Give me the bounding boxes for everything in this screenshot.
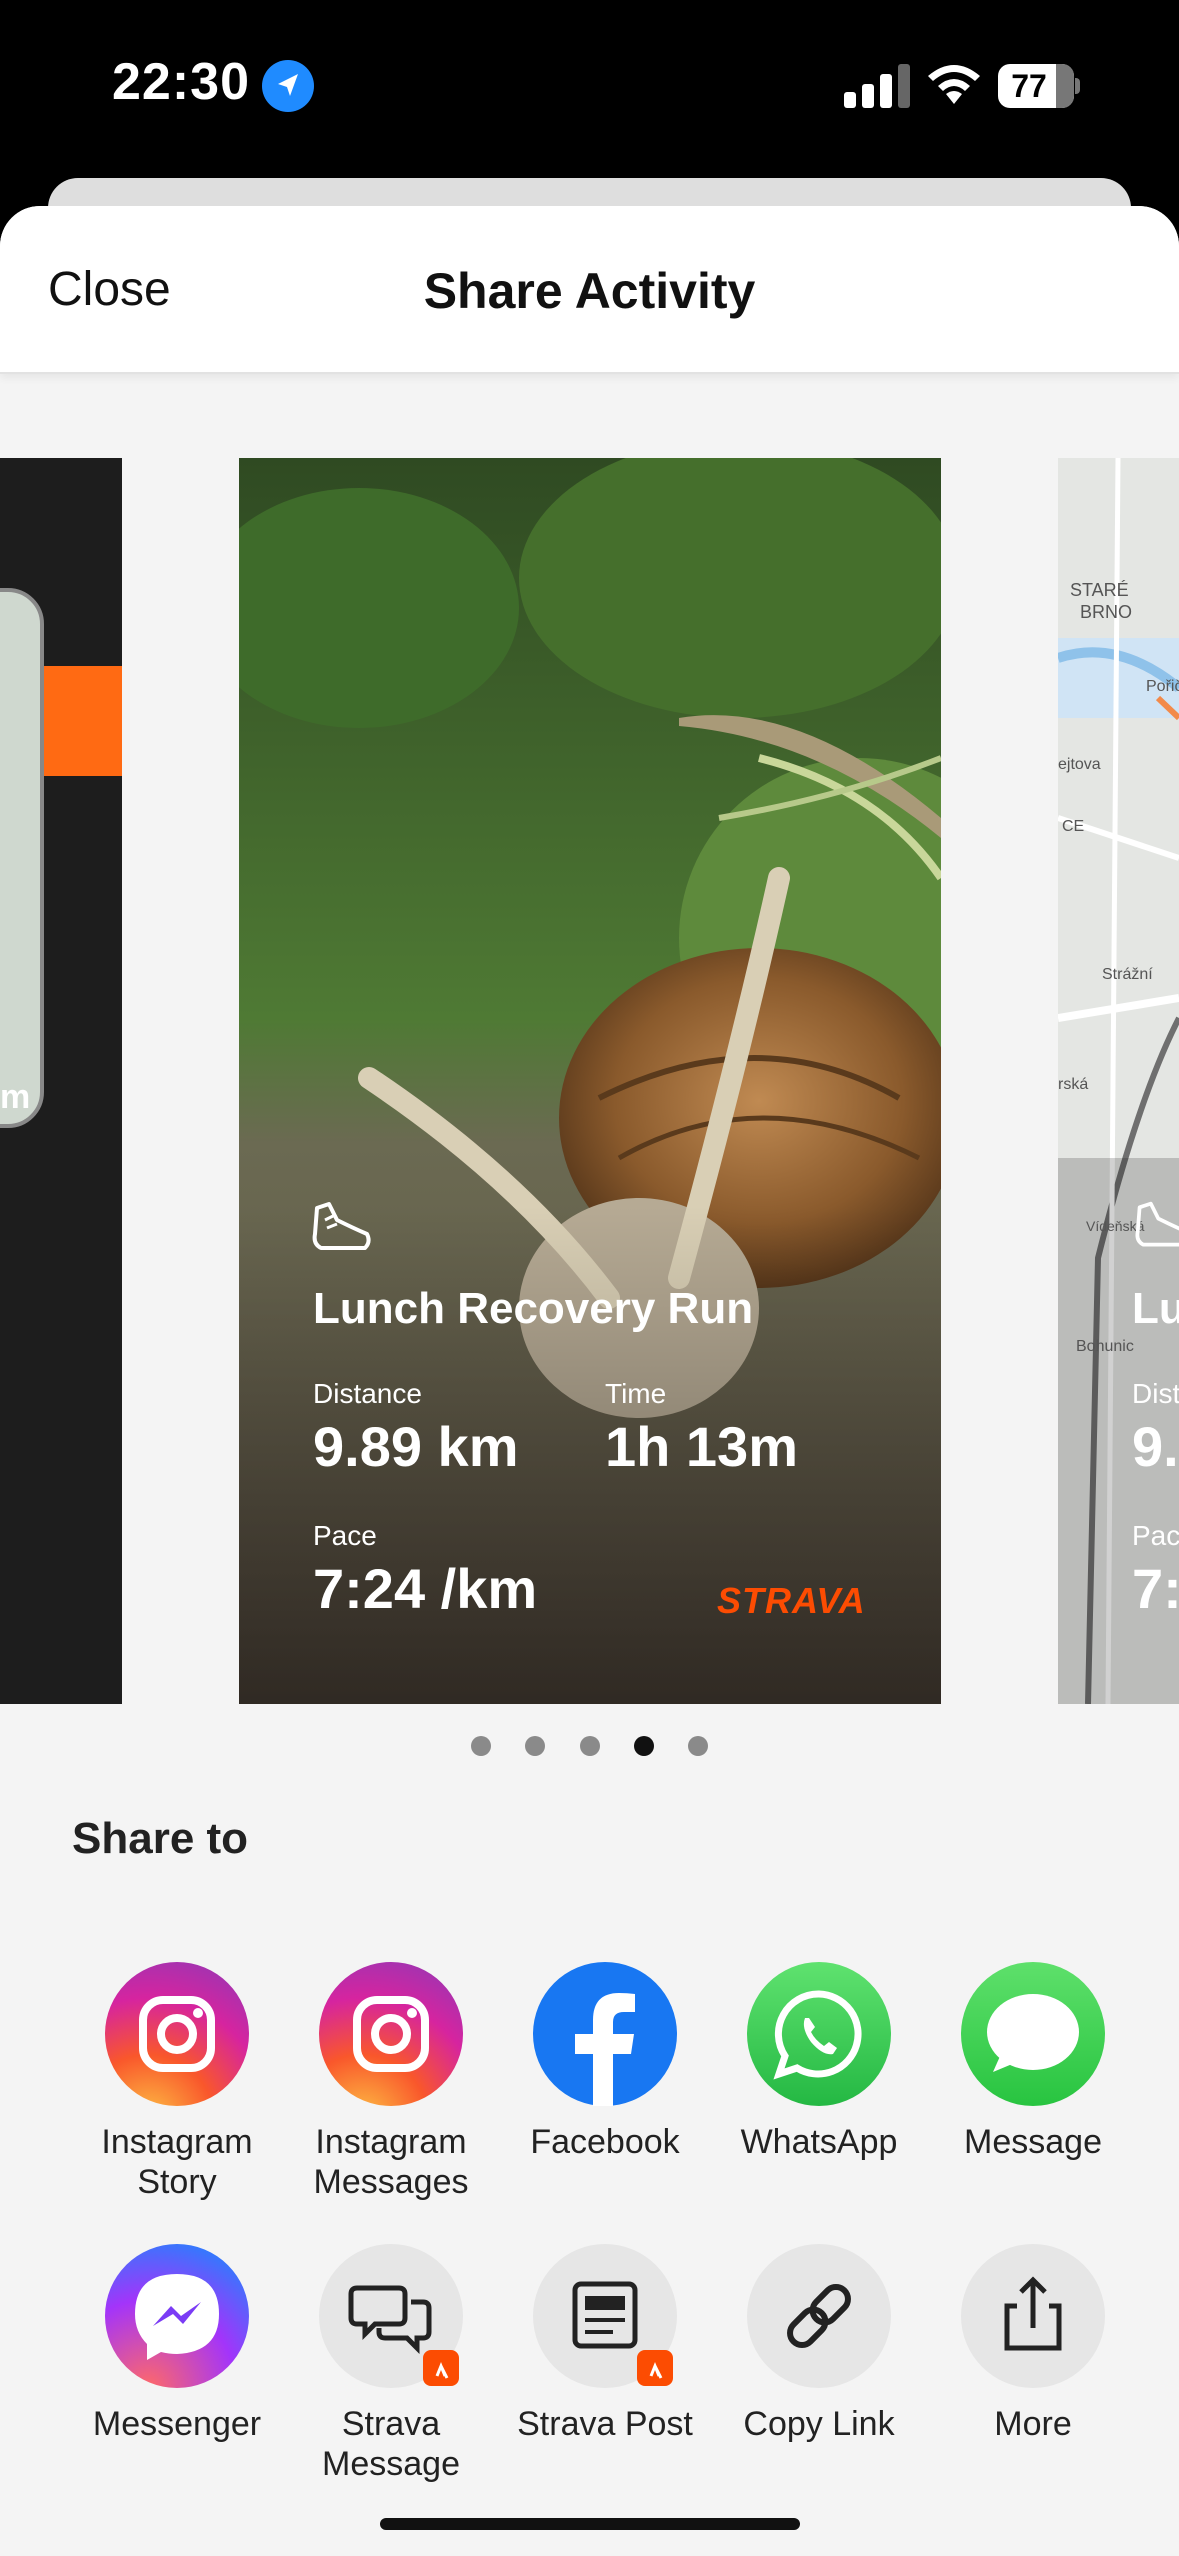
map-thumbnail xyxy=(0,588,44,1128)
share-card-carousel[interactable]: m Lunch Recovery Run Distance 9.89 km Ti… xyxy=(0,458,1179,1708)
distance-value: 9.89 km xyxy=(313,1415,519,1478)
strava-logo: STRAVA xyxy=(717,1580,866,1621)
map-label-ce: CE xyxy=(1062,818,1085,835)
strava-badge-icon xyxy=(423,2350,459,2386)
share-label: Copy Link xyxy=(743,2405,895,2443)
battery-level: 77 xyxy=(1011,68,1047,104)
map-label-bohunic: Bohunic xyxy=(1076,1338,1134,1355)
instagram-icon xyxy=(105,1962,249,2106)
share-label: Instagram Story xyxy=(101,2123,253,2201)
time-value: 1h 13m xyxy=(605,1415,798,1478)
share-label: Strava Message xyxy=(322,2405,460,2483)
distance-label: Distance xyxy=(313,1378,422,1409)
page-dot[interactable] xyxy=(525,1736,546,1756)
share-facebook[interactable]: Facebook xyxy=(505,1962,705,2162)
strava-post-icon xyxy=(533,2244,677,2388)
page-dot[interactable] xyxy=(688,1736,709,1756)
pace-value: 7:24 /km xyxy=(313,1557,538,1620)
map-label-stare: STARÉ xyxy=(1070,580,1129,600)
message-icon xyxy=(961,1962,1105,2106)
facebook-icon xyxy=(533,1962,677,2106)
messenger-icon xyxy=(105,2244,249,2388)
wifi-icon xyxy=(928,65,980,104)
share-upload-icon xyxy=(961,2244,1105,2388)
activity-title: Lunch Recovery Run xyxy=(313,1284,754,1333)
page-dot-active[interactable] xyxy=(633,1736,654,1756)
run-shoe-icon xyxy=(312,1202,371,1250)
whatsapp-icon xyxy=(747,1962,891,2106)
share-card-next[interactable]: STARÉ BRNO Pořič ejtova CE Strážní rská … xyxy=(1058,458,1179,1704)
share-label: Messenger xyxy=(92,2405,262,2443)
share-label: Instagram Messages xyxy=(313,2123,469,2201)
map-label-brno: BRNO xyxy=(1080,602,1133,622)
map-label-rska: rská xyxy=(1058,1076,1089,1093)
share-label: More xyxy=(994,2405,1072,2443)
right-card-dist-value: 9. xyxy=(1132,1415,1179,1478)
cellular-signal-icon xyxy=(844,64,910,108)
page-dot[interactable] xyxy=(579,1736,600,1756)
share-message[interactable]: Message xyxy=(933,1962,1133,2162)
share-label: Message xyxy=(964,2123,1102,2161)
time-label: Time xyxy=(605,1378,667,1409)
page-dot[interactable] xyxy=(470,1736,491,1756)
status-bar: 22:30 77 xyxy=(0,0,1179,170)
left-card-text: m xyxy=(0,1078,31,1116)
share-label: Strava Post xyxy=(517,2405,693,2443)
strava-message-icon xyxy=(319,2244,463,2388)
right-card-pace-value: 7: xyxy=(1132,1557,1179,1620)
share-card-photo[interactable]: Lunch Recovery Run Distance 9.89 km Time… xyxy=(239,458,941,1704)
link-icon xyxy=(747,2244,891,2388)
orange-stripe xyxy=(40,666,122,776)
share-messenger[interactable]: Messenger xyxy=(77,2244,277,2444)
location-arrow-icon xyxy=(262,60,314,112)
strava-badge-icon xyxy=(637,2350,673,2386)
pace-label: Pace xyxy=(313,1520,377,1551)
map-label-ejtova: ejtova xyxy=(1058,756,1101,773)
share-label: Facebook xyxy=(530,2123,680,2161)
right-card-title: Lu xyxy=(1132,1284,1179,1333)
status-time: 22:30 xyxy=(112,53,250,111)
share-strava-post[interactable]: Strava Post xyxy=(505,2244,705,2444)
instagram-icon xyxy=(319,1962,463,2106)
right-card-dist-label: Dist xyxy=(1132,1378,1179,1409)
share-section-title: Share to xyxy=(72,1814,249,1863)
share-instagram-messages[interactable]: Instagram Messages xyxy=(291,1962,491,2202)
share-card-previous[interactable]: m xyxy=(0,458,122,1704)
battery-indicator: 77 xyxy=(998,64,1080,108)
share-strava-message[interactable]: Strava Message xyxy=(291,2244,491,2484)
right-card-pace-label: Pac xyxy=(1132,1520,1179,1551)
share-whatsapp[interactable]: WhatsApp xyxy=(719,1962,919,2162)
run-shoe-icon-partial xyxy=(1135,1201,1179,1247)
nav-bar: Close Share Activity xyxy=(0,206,1179,374)
share-label: WhatsApp xyxy=(740,2123,898,2161)
share-more[interactable]: More xyxy=(933,2244,1133,2444)
snail-photo xyxy=(239,458,941,1704)
map-label-poric: Pořič xyxy=(1146,678,1179,695)
home-indicator[interactable] xyxy=(380,2518,800,2530)
share-sheet: Close Share Activity m Lunch Recovery Ru… xyxy=(0,206,1179,2556)
page-title: Share Activity xyxy=(423,263,756,319)
map-label-strazni: Strážní xyxy=(1102,966,1153,983)
share-copy-link[interactable]: Copy Link xyxy=(719,2244,919,2444)
share-instagram-story[interactable]: Instagram Story xyxy=(77,1962,277,2202)
page-indicator[interactable] xyxy=(0,1736,1179,1766)
